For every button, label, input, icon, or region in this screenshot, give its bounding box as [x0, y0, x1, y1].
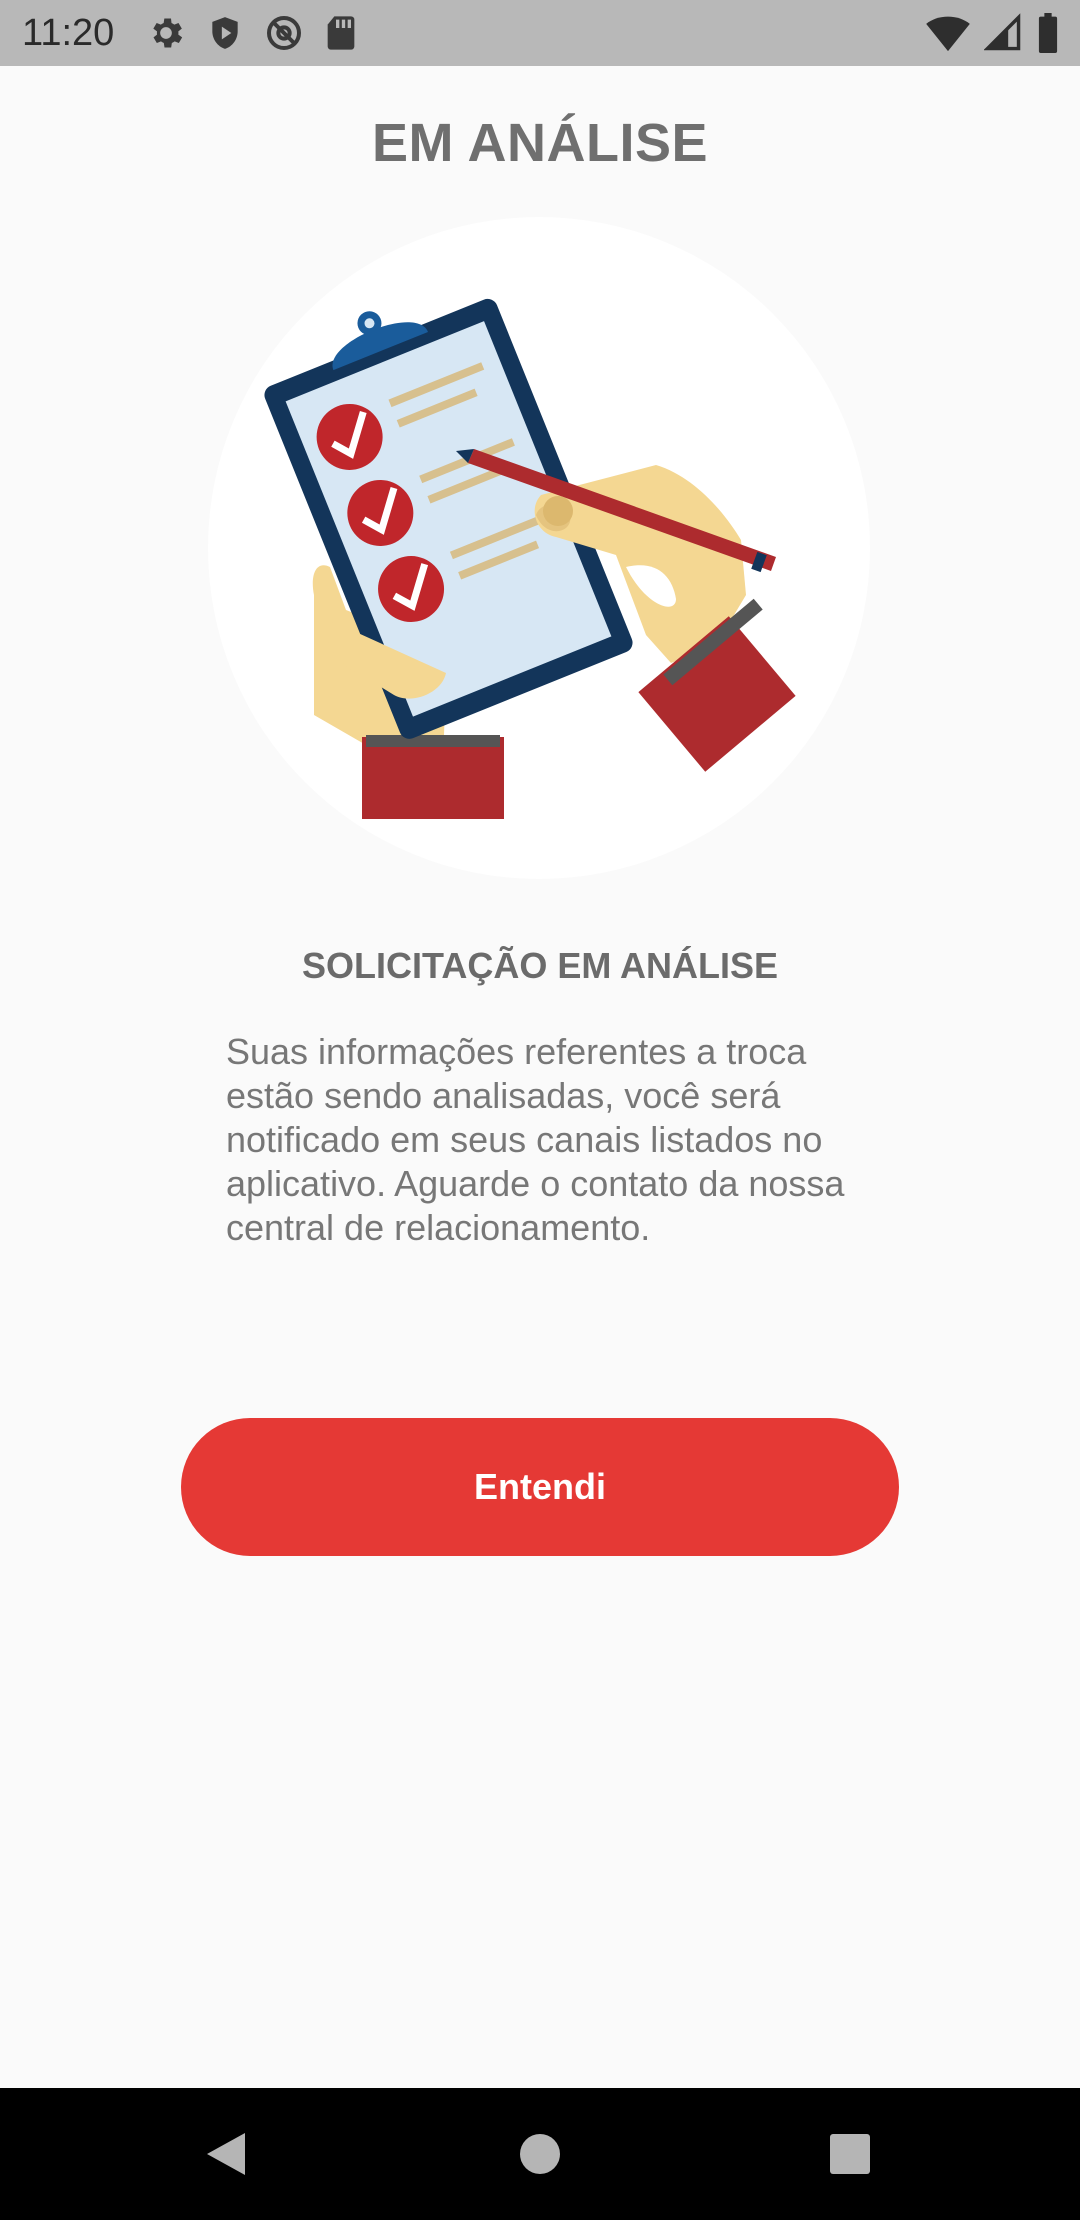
recents-icon[interactable] [814, 2118, 886, 2190]
clipboard-checklist-illustration [206, 215, 872, 881]
shield-icon [206, 13, 244, 53]
at-sign-icon [264, 13, 304, 53]
description-text: Suas informações referentes a troca estã… [226, 1031, 845, 1248]
entendi-button[interactable]: Entendi [181, 1418, 899, 1556]
status-bar: 11:20 [0, 0, 1080, 66]
cell-signal-icon [984, 13, 1022, 53]
page-title: EM ANÁLISE [371, 113, 708, 173]
navigation-bar [0, 2088, 1080, 2220]
status-time: 11:20 [22, 12, 115, 54]
back-icon[interactable] [190, 2118, 262, 2190]
section-heading: SOLICITAÇÃO EM ANÁLISE [302, 945, 778, 986]
battery-icon [1036, 13, 1060, 53]
settings-icon [146, 13, 186, 53]
wifi-icon [926, 13, 970, 53]
sd-card-icon [324, 13, 358, 53]
status-right-icons [926, 12, 1060, 54]
status-left-icons [146, 12, 358, 54]
home-icon[interactable] [504, 2118, 576, 2190]
